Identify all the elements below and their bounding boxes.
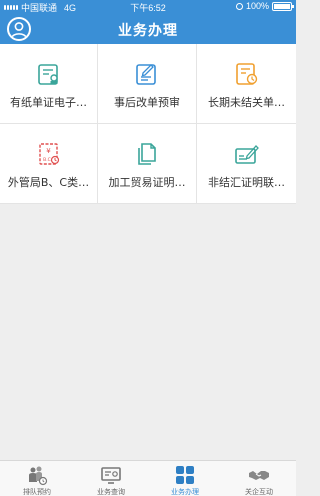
battery-icon <box>272 1 294 11</box>
tab-label: 业务查询 <box>97 488 125 496</box>
grid-item-label: 有纸单证电子… <box>10 96 87 109</box>
page-title: 业务办理 <box>118 23 178 39</box>
status-bar: 中国联通 4G 下午6:52 100% <box>0 0 296 14</box>
grid-item-label: 外管局B、C类… <box>7 176 90 189</box>
tab-business-handling[interactable]: 业务办理 <box>148 461 222 496</box>
paper-document-icon <box>37 64 58 85</box>
status-right: 100% <box>235 1 294 11</box>
handshake-icon <box>249 471 269 480</box>
nav-bar: 业务办理 <box>0 14 296 44</box>
tab-label: 排队预约 <box>23 488 51 496</box>
alarm-icon <box>235 2 243 10</box>
queue-people-icon <box>29 466 48 486</box>
grid-item-safe-bc-class[interactable]: ¥ B.C 外管局B、C类… <box>0 124 98 204</box>
service-grid: 有纸单证电子… 事后改单预审 长期未结关单… ¥ B.C 外管局B、C类… 加工… <box>0 44 296 204</box>
tab-queue-appointment[interactable]: 排队预约 <box>0 461 74 496</box>
tab-bar: 排队预约 业务查询 业务办理 关企互动 <box>0 460 296 496</box>
grid-apps-icon <box>176 466 194 484</box>
svg-text:¥: ¥ <box>46 147 51 155</box>
grid-item-label: 长期未结关单… <box>208 96 285 109</box>
grid-item-long-term-uncleared[interactable]: 长期未结关单… <box>197 44 296 124</box>
svg-text:B.C: B.C <box>43 157 51 163</box>
tab-customs-interaction[interactable]: 关企互动 <box>222 461 296 496</box>
grid-item-processing-trade[interactable]: 加工贸易证明… <box>98 124 197 204</box>
clock-document-icon <box>235 63 257 85</box>
grid-item-paper-documents[interactable]: 有纸单证电子… <box>0 44 98 124</box>
edit-form-icon <box>136 64 156 85</box>
sign-card-icon <box>234 145 259 164</box>
tab-label: 业务办理 <box>171 488 199 496</box>
grid-item-post-amendment[interactable]: 事后改单预审 <box>98 44 197 124</box>
grid-item-label: 加工贸易证明… <box>108 176 186 189</box>
grid-item-label: 事后改单预审 <box>114 96 180 109</box>
tab-label: 关企互动 <box>245 488 273 496</box>
tab-business-query[interactable]: 业务查询 <box>74 461 148 496</box>
query-monitor-icon <box>101 467 121 484</box>
document-copy-icon <box>138 143 156 165</box>
grid-item-non-settlement[interactable]: 非结汇证明联… <box>197 124 296 204</box>
currency-document-icon: ¥ B.C <box>38 143 59 165</box>
battery-percent: 100% <box>245 1 269 11</box>
grid-item-label: 非结汇证明联… <box>208 176 285 189</box>
